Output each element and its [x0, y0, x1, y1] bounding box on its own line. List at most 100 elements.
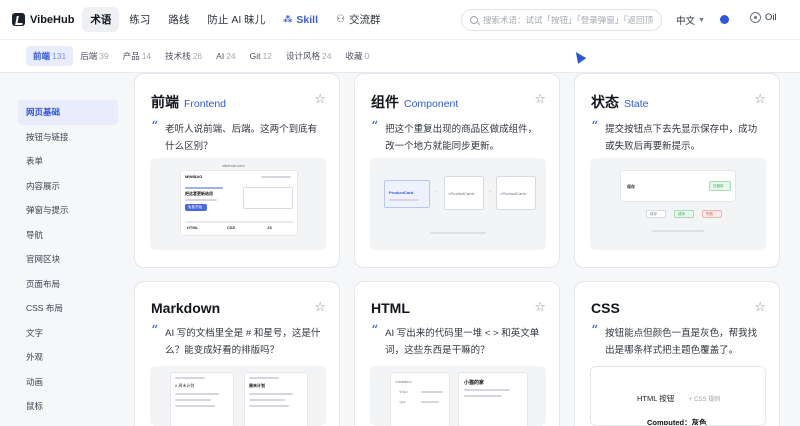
- user-name: Oil: [765, 12, 777, 23]
- tab-count: 131: [52, 51, 67, 61]
- preview-usage-2: <ProductCard>: [500, 191, 528, 196]
- preview-text-line: [175, 399, 211, 401]
- star-icon[interactable]: ☆: [314, 91, 326, 107]
- nav-item-community[interactable]: ⚇ 交流群: [328, 7, 388, 32]
- preview-text-line: [249, 405, 289, 407]
- preview-html-tag: <header>: [395, 379, 413, 384]
- nav-label: 交流群: [348, 14, 381, 26]
- card-description: 提交按钮点下去先显示保存中，成功或失败后再要新提示。: [605, 124, 758, 152]
- card-quote: “ AI 写的文档里全是 # 和星号，这是什么？能变成好看的排版吗？: [151, 323, 323, 359]
- preview-brand: MINIBAG: [185, 174, 203, 179]
- star-icon[interactable]: ☆: [314, 299, 326, 315]
- quote-mark-icon: “: [371, 119, 379, 135]
- star-icon[interactable]: ☆: [754, 299, 766, 315]
- sidebar-item-typography[interactable]: 文字: [18, 321, 118, 346]
- sidebar-item-animation[interactable]: 动画: [18, 370, 118, 395]
- preview-state-panel: 保存 已保存: [620, 170, 736, 202]
- star-icon[interactable]: ☆: [534, 91, 546, 107]
- preview-nav-line: [261, 176, 291, 178]
- tab-product[interactable]: 产品 14: [116, 46, 158, 66]
- tab-favorites[interactable]: 收藏 0: [338, 46, 376, 66]
- preview-markdown-source: # 周末计划: [170, 372, 234, 426]
- sidebar-item-page-layout[interactable]: 页面布局: [18, 272, 118, 297]
- preview-text-line: [464, 395, 502, 397]
- preview-html-source: <header> <h1> <p>: [390, 372, 450, 426]
- nav-item-anti-ai[interactable]: 防止 AI 昧儿: [199, 7, 273, 32]
- card-header: 组件 Component: [371, 92, 543, 112]
- nav-item-roadmap[interactable]: 路线: [160, 7, 197, 32]
- card-header: Markdown: [151, 300, 323, 316]
- quote-mark-icon: “: [591, 323, 599, 339]
- preview-text-line: [249, 393, 293, 395]
- sidebar-item-site-sections[interactable]: 官网区块: [18, 247, 118, 272]
- brand-logo[interactable]: VibeHub: [12, 13, 74, 26]
- term-card[interactable]: 前端 Frontend ☆ “ 老听人说前端、后端。这两个到底有什么区别？ vi…: [134, 73, 340, 268]
- theme-toggle[interactable]: [720, 15, 729, 24]
- term-card[interactable]: CSS ☆ “ 按钮能点但颜色一直是灰色，帮我找出是哪条样式把主题色覆盖了。 H…: [574, 281, 780, 426]
- card-preview: HTML 按钮 + CSS 规则 Computed：灰色: [590, 366, 766, 426]
- preview-rendered-heading: 周末计划: [249, 383, 265, 388]
- search-box[interactable]: [461, 9, 662, 31]
- tab-frontend[interactable]: 前端 131: [26, 46, 74, 66]
- tab-count: 0: [364, 51, 370, 61]
- sidebar-item-css-layout[interactable]: CSS 布局: [18, 296, 118, 321]
- nav-label: 术语: [90, 14, 112, 26]
- preview-cta-button: 免费开始: [185, 204, 207, 211]
- category-tabs: 前端 131 后端 39 产品 14 技术栈 26 AI 24 Git 12 设计风格 24 …: [0, 40, 800, 73]
- term-card[interactable]: Markdown ☆ “ AI 写的文档里全是 # 和星号，这是什么？能变成好看…: [134, 281, 340, 426]
- sidebar-item-mouse[interactable]: 鼠标: [18, 394, 118, 419]
- language-selector[interactable]: 中文 ▼: [676, 13, 705, 27]
- user-menu[interactable]: Oil: [750, 12, 777, 23]
- preview-text-line: [175, 405, 215, 407]
- preview-tag-js: JS: [267, 225, 272, 230]
- tab-ai[interactable]: AI 24: [209, 47, 243, 65]
- star-icon[interactable]: ☆: [754, 91, 766, 107]
- tab-design-style[interactable]: 设计风格 24: [279, 46, 338, 66]
- preview-step-success: 成功: [674, 210, 694, 218]
- tab-count: 24: [322, 51, 332, 61]
- sidebar-item-buttons-links[interactable]: 按钮与链接: [18, 125, 118, 150]
- tab-tech-stack[interactable]: 技术栈 26: [158, 46, 209, 66]
- sidebar-item-content-display[interactable]: 内容展示: [18, 174, 118, 199]
- preview-caption-line: [430, 232, 486, 234]
- nav-label: 路线: [168, 14, 190, 26]
- preview-state-badge: 已保存: [709, 181, 731, 191]
- search-input[interactable]: [483, 15, 653, 25]
- card-preview: # 周末计划 周末计划: [150, 366, 326, 426]
- nav-item-practice[interactable]: 练习: [121, 7, 158, 32]
- sidebar-item-navigation[interactable]: 导航: [18, 223, 118, 248]
- quote-mark-icon: “: [151, 323, 159, 339]
- preview-step-label: 失败: [706, 212, 713, 216]
- card-subtitle: Component: [404, 98, 459, 110]
- card-preview: <header> <h1> <p> 小猫的家: [370, 366, 546, 426]
- preview-text-line: [175, 393, 219, 395]
- tab-label: 技术栈: [165, 51, 191, 61]
- tab-git[interactable]: Git 12: [243, 47, 279, 65]
- preview-html-rendered: 小猫的家: [458, 372, 528, 426]
- card-header: 前端 Frontend: [151, 92, 323, 112]
- preview-css-html-button: HTML 按钮: [637, 394, 675, 403]
- sidebar-item-appearance[interactable]: 外观: [18, 345, 118, 370]
- sidebar-item-web-basics[interactable]: 网页基础: [18, 100, 118, 125]
- card-title: 组件: [371, 94, 399, 110]
- tab-backend[interactable]: 后端 39: [73, 46, 115, 66]
- card-preview: ProductCard → <ProductCard> → <ProductCa…: [370, 158, 546, 250]
- term-card[interactable]: 组件 Component ☆ “ 把这个重复出现的商品区做成组件，改一个地方就能…: [354, 73, 560, 268]
- tab-label: 后端: [80, 51, 98, 61]
- nav-item-glossary[interactable]: 术语: [82, 7, 120, 32]
- term-card[interactable]: HTML ☆ “ AI 写出来的代码里一堆 < > 和英文单词，这些东西是干嘛的…: [354, 281, 560, 426]
- card-quote: “ 老听人说前端、后端。这两个到底有什么区别？: [151, 120, 323, 155]
- preview-step-fail: 失败: [702, 210, 722, 218]
- nav-item-skill[interactable]: ⁂ Skill: [275, 9, 326, 31]
- preview-step-save: 保存: [646, 210, 666, 218]
- preview-text-line: [249, 399, 285, 401]
- card-preview: 保存 已保存 保存 成功 失败: [590, 158, 766, 250]
- star-icon[interactable]: ☆: [534, 299, 546, 315]
- preview-text-line: [389, 199, 419, 201]
- tab-count: 24: [226, 51, 236, 61]
- card-header: 状态 State: [591, 92, 763, 112]
- term-card[interactable]: 状态 State ☆ “ 提交按钮点下去先显示保存中，成功或失败后再要新提示。 …: [574, 73, 780, 268]
- tab-count: 12: [262, 51, 272, 61]
- sidebar-item-modals[interactable]: 弹窗与提示: [18, 198, 118, 223]
- sidebar-item-forms[interactable]: 表单: [18, 149, 118, 174]
